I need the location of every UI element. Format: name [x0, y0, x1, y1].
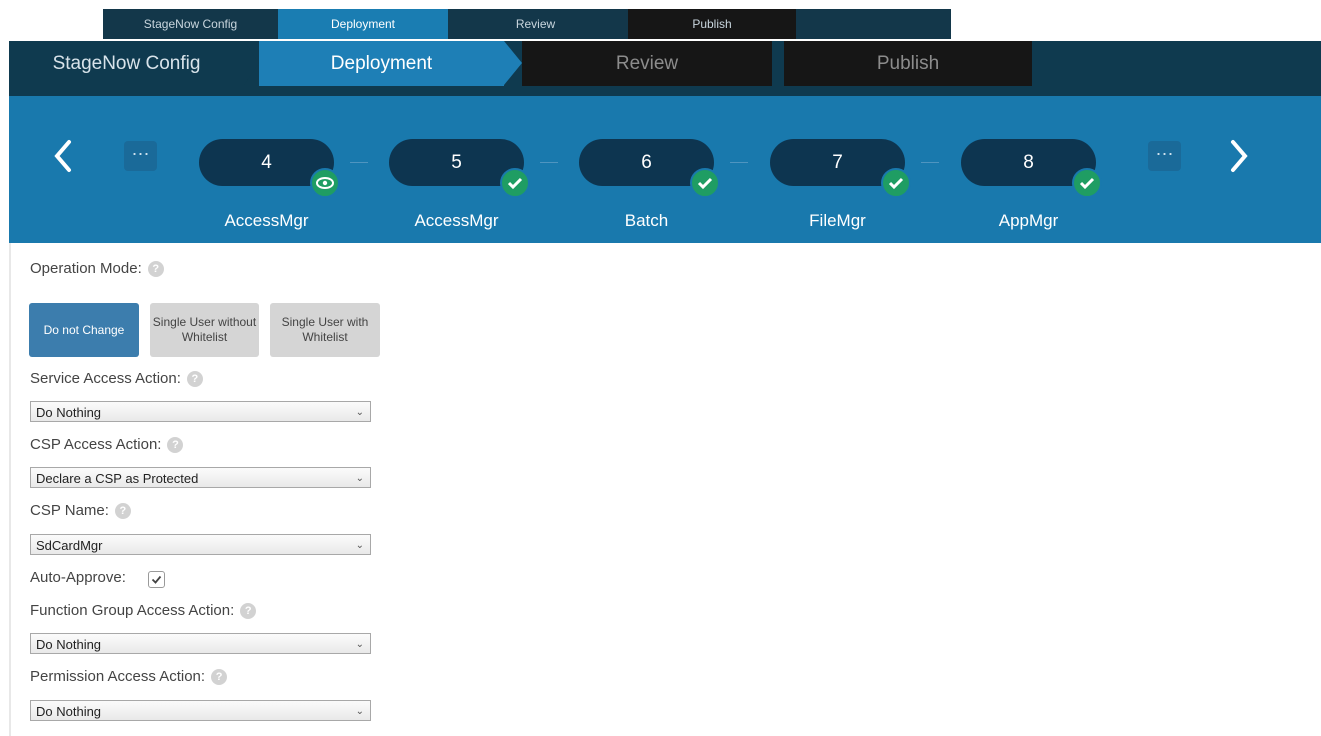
step-label: AccessMgr — [224, 211, 309, 230]
crumb-review[interactable]: Review — [522, 41, 772, 86]
help-icon[interactable]: ? — [167, 437, 184, 454]
content-left-border — [9, 243, 11, 736]
crumb-separator — [504, 41, 522, 85]
help-icon[interactable]: ? — [147, 261, 164, 278]
step-7[interactable]: 7 — [770, 139, 911, 198]
operation-mode-label: Operation Mode:? — [30, 260, 164, 278]
step-number: 5 — [451, 152, 462, 173]
csp-access-text: CSP Access Action: — [30, 436, 162, 453]
step-label: AccessMgr — [414, 211, 499, 230]
mode-single-user-with-whitelist-button[interactable]: Single User with Whitelist — [270, 303, 380, 357]
eye-icon — [310, 168, 340, 198]
chevron-down-icon: ⌄ — [355, 540, 364, 551]
step-navigator: ⋯ 4 AccessMgr 5 AccessMgr 6 Batch 7 File… — [9, 96, 1321, 243]
step-number: 6 — [641, 152, 652, 173]
mini-crumb-publish[interactable]: Publish — [628, 9, 796, 39]
check-icon — [690, 168, 720, 198]
step-5[interactable]: 5 — [389, 139, 530, 198]
mini-crumb-stagenow[interactable]: StageNow Config — [103, 9, 278, 39]
step-label: FileMgr — [809, 211, 866, 230]
mini-crumb-review[interactable]: Review — [448, 9, 623, 39]
step-number: 8 — [1023, 152, 1034, 173]
csp-access-label: CSP Access Action:? — [30, 436, 184, 454]
service-access-value: Do Nothing — [36, 405, 102, 420]
auto-approve-label: Auto-Approve: — [30, 569, 126, 586]
csp-name-value: SdCardMgr — [36, 538, 103, 553]
check-icon — [500, 168, 530, 198]
chevron-down-icon: ⌄ — [355, 706, 364, 717]
crumb-publish[interactable]: Publish — [784, 41, 1032, 86]
auto-approve-checkbox[interactable] — [148, 571, 165, 588]
more-steps-right-button[interactable]: ⋯ — [1148, 141, 1181, 171]
mode-do-not-change-button[interactable]: Do not Change — [29, 303, 139, 357]
chevron-down-icon: ⌄ — [355, 473, 364, 484]
function-group-text: Function Group Access Action: — [30, 602, 235, 619]
function-group-access-label: Function Group Access Action:? — [30, 602, 257, 620]
mini-breadcrumb: StageNow Config Deployment Review Publis… — [103, 9, 951, 39]
help-icon[interactable]: ? — [211, 669, 228, 686]
csp-access-value: Declare a CSP as Protected — [36, 471, 199, 486]
step-number: 7 — [832, 152, 843, 173]
step-4[interactable]: 4 — [199, 139, 340, 198]
mini-crumb-deployment[interactable]: Deployment — [278, 9, 448, 39]
chevron-down-icon: ⌄ — [355, 639, 364, 650]
permission-access-label: Permission Access Action:? — [30, 668, 228, 686]
function-group-value: Do Nothing — [36, 637, 102, 652]
step-connector — [350, 162, 368, 163]
help-icon[interactable]: ? — [114, 503, 131, 520]
operation-mode-text: Operation Mode: — [30, 260, 142, 277]
chevron-right-icon[interactable] — [1223, 136, 1253, 176]
permission-access-select[interactable]: Do Nothing ⌄ — [30, 700, 371, 721]
csp-access-select[interactable]: Declare a CSP as Protected ⌄ — [30, 467, 371, 488]
service-access-label: Service Access Action:? — [30, 370, 203, 388]
step-connector — [921, 162, 939, 163]
step-8[interactable]: 8 — [961, 139, 1102, 198]
more-steps-left-button[interactable]: ⋯ — [124, 141, 157, 171]
crumb-deployment[interactable]: Deployment — [259, 41, 504, 86]
csp-name-label: CSP Name:? — [30, 502, 131, 520]
mode-single-user-without-whitelist-button[interactable]: Single User without Whitelist — [150, 303, 259, 357]
help-icon[interactable]: ? — [240, 603, 257, 620]
step-label: Batch — [624, 211, 669, 230]
crumb-stagenow-config[interactable]: StageNow Config — [9, 41, 244, 86]
csp-name-select[interactable]: SdCardMgr ⌄ — [30, 534, 371, 555]
crumb-separator — [244, 41, 259, 85]
breadcrumb: StageNow Config Deployment Review Publis… — [9, 41, 1321, 96]
chevron-left-icon[interactable] — [49, 136, 79, 176]
check-icon — [881, 168, 911, 198]
check-icon — [1072, 168, 1102, 198]
service-access-select[interactable]: Do Nothing ⌄ — [30, 401, 371, 422]
step-number: 4 — [261, 152, 272, 173]
chevron-down-icon: ⌄ — [355, 407, 364, 418]
step-6[interactable]: 6 — [579, 139, 720, 198]
help-icon[interactable]: ? — [186, 371, 203, 388]
service-access-text: Service Access Action: — [30, 370, 181, 387]
step-connector — [540, 162, 558, 163]
step-label: AppMgr — [998, 211, 1059, 230]
function-group-access-select[interactable]: Do Nothing ⌄ — [30, 633, 371, 654]
step-connector — [730, 162, 748, 163]
permission-access-text: Permission Access Action: — [30, 668, 206, 685]
csp-name-text: CSP Name: — [30, 502, 109, 519]
permission-access-value: Do Nothing — [36, 704, 102, 719]
crumb-separator — [772, 41, 784, 85]
